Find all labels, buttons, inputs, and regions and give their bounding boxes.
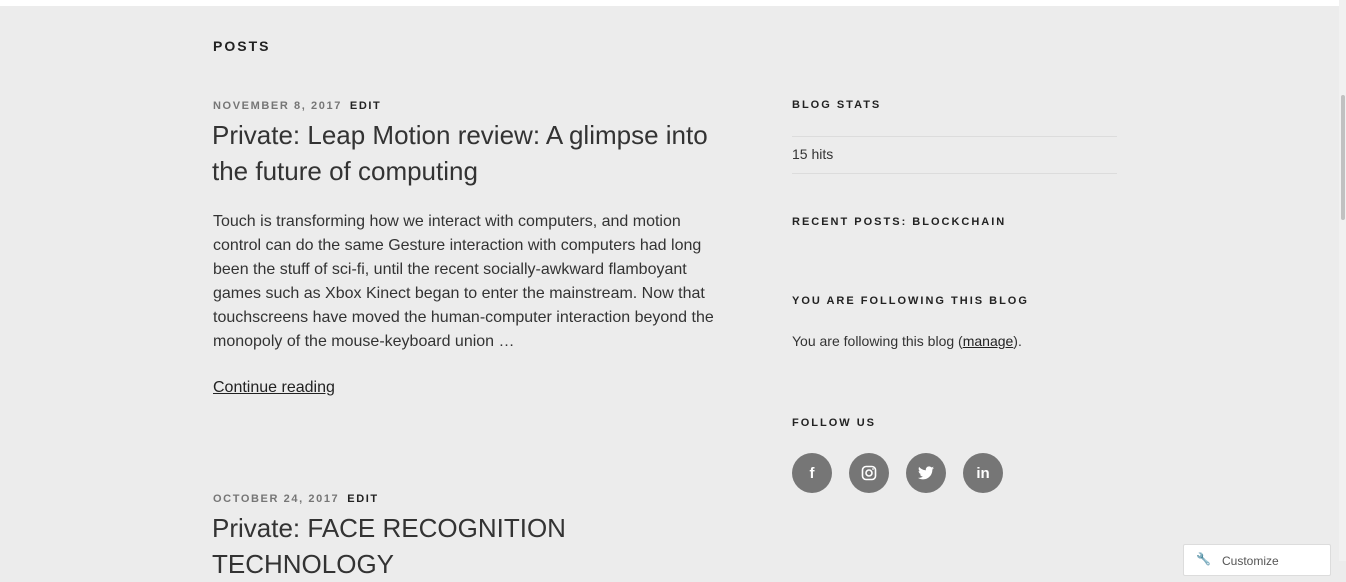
customize-button[interactable]: 🔧 Customize <box>1183 544 1331 576</box>
instagram-glyph <box>861 465 877 481</box>
edit-link[interactable]: EDIT <box>350 100 381 112</box>
scrollbar-thumb[interactable] <box>1341 95 1345 220</box>
customize-label: Customize <box>1222 554 1279 568</box>
wrench-icon: 🔧 <box>1196 552 1211 566</box>
post-meta: NOVEMBER 8, 2017 EDIT <box>213 100 381 112</box>
widget-title-recent-posts: RECENT POSTS: BLOCKCHAIN <box>792 216 1007 228</box>
post-meta: OCTOBER 24, 2017 EDIT <box>213 493 379 505</box>
scrollbar[interactable] <box>1339 0 1346 561</box>
section-title: POSTS <box>213 38 271 54</box>
following-text-after: ). <box>1013 333 1022 349</box>
post-title[interactable]: Private: FACE RECOGNITION TECHNOLOGY <box>212 510 742 582</box>
continue-reading-link[interactable]: Continue reading <box>213 379 335 397</box>
facebook-icon[interactable]: f <box>792 453 832 493</box>
following-text: You are following this blog (manage). <box>792 333 1022 349</box>
widget-title-blog-stats: BLOG STATS <box>792 99 882 111</box>
post-date[interactable]: NOVEMBER 8, 2017 <box>213 100 342 112</box>
post-date[interactable]: OCTOBER 24, 2017 <box>213 493 339 505</box>
edit-link[interactable]: EDIT <box>347 493 378 505</box>
blog-stats-box: 15 hits <box>792 136 1117 174</box>
top-bar <box>0 0 1339 6</box>
widget-title-following: YOU ARE FOLLOWING THIS BLOG <box>792 295 1029 307</box>
twitter-glyph <box>918 466 934 480</box>
widget-title-follow-us: FOLLOW US <box>792 417 876 429</box>
hits-count: 15 hits <box>792 146 834 162</box>
post-title[interactable]: Private: Leap Motion review: A glimpse i… <box>212 117 742 189</box>
post-excerpt: Touch is transforming how we interact wi… <box>213 213 714 350</box>
linkedin-icon[interactable]: in <box>963 453 1003 493</box>
instagram-icon[interactable] <box>849 453 889 493</box>
following-text-before: You are following this blog ( <box>792 333 963 349</box>
twitter-icon[interactable] <box>906 453 946 493</box>
manage-link[interactable]: manage <box>963 333 1014 349</box>
